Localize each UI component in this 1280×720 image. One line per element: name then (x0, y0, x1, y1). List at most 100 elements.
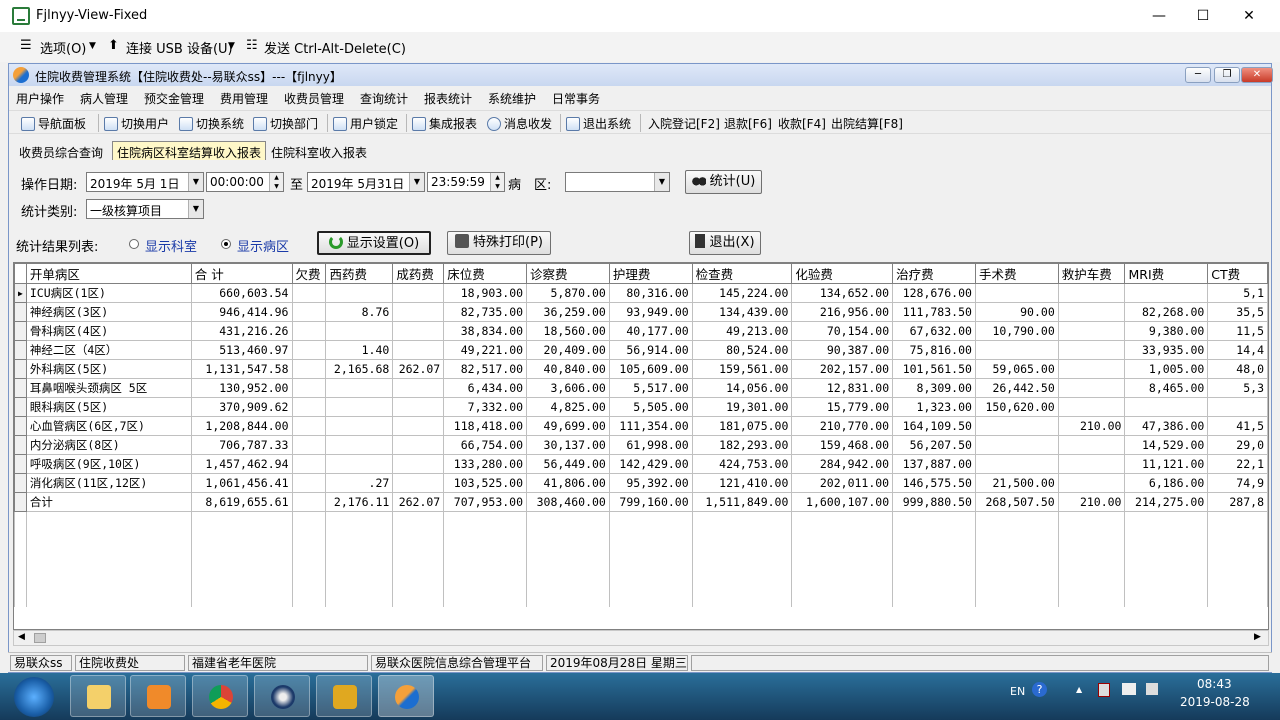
row-indicator[interactable] (14, 397, 27, 417)
column-header[interactable]: MRI费 (1124, 263, 1209, 284)
chevron-down-icon[interactable]: ▼ (188, 200, 203, 218)
stat-button[interactable]: 统计(U) (685, 170, 762, 194)
taskbar-media[interactable] (130, 675, 186, 717)
radio-show-ward[interactable] (221, 239, 231, 249)
menu-user-ops[interactable]: 用户操作 (16, 90, 64, 107)
network-icon[interactable] (1122, 683, 1136, 695)
menu-daily[interactable]: 日常事务 (552, 90, 600, 107)
table-row[interactable]: 耳鼻咽喉头颈病区 5区 130,952.00 6,434.00 3,606.00 5,5… (14, 378, 1268, 398)
table-row[interactable]: 骨科病区(4区) 431,216.26 38,834.00 18,560.00 40,1… (14, 321, 1268, 341)
tab-ward-settlement[interactable]: 住院病区科室结算收入报表 (112, 141, 267, 161)
row-indicator[interactable] (14, 416, 27, 436)
chevron-down-icon[interactable]: ▼ (188, 173, 203, 191)
radio-show-ward-label[interactable]: 显示病区 (237, 236, 289, 255)
column-header[interactable]: 开单病区 (25, 263, 192, 284)
table-row[interactable]: 合计 8,619,655.61 2,176.11 262.07 707,953.00 30… (14, 492, 1268, 512)
toolbar-nav-panel[interactable]: 导航面板 (21, 115, 86, 132)
menu-reports[interactable]: 报表统计 (424, 90, 472, 107)
toolbar-user-lock[interactable]: 用户锁定 (333, 115, 398, 132)
column-header[interactable]: 治疗费 (892, 263, 976, 284)
tray-expand-icon[interactable]: ▲ (1076, 685, 1082, 694)
row-indicator[interactable] (14, 321, 27, 341)
taskbar-chrome[interactable] (192, 675, 248, 717)
column-header[interactable]: 手术费 (974, 263, 1059, 284)
column-header[interactable]: 欠费 (291, 263, 327, 284)
row-indicator[interactable] (14, 359, 27, 379)
table-row[interactable]: 呼吸病区(9区,10区) 1,457,462.94 133,280.00 56,449… (14, 454, 1268, 474)
tab-cashier-query[interactable]: 收费员综合查询 (15, 142, 107, 161)
menu-patient[interactable]: 病人管理 (80, 90, 128, 107)
table-row[interactable]: 外科病区(5区) 1,131,547.58 2,165.68 262.07 82,517… (14, 359, 1268, 379)
toolbar-exit-system[interactable]: 退出系统 (566, 115, 631, 132)
flag-icon[interactable] (1098, 683, 1110, 697)
chevron-down-icon[interactable]: ▼ (654, 173, 669, 191)
taskbar-app-gold[interactable] (316, 675, 372, 717)
toolbar-collect[interactable]: 收款[F4] (778, 115, 826, 132)
table-row[interactable]: 神经病区(3区) 946,414.96 8.76 82,735.00 36,259.00… (14, 302, 1268, 322)
exit-button[interactable]: 退出(X) (689, 231, 761, 255)
toolbar-messages[interactable]: 消息收发 (487, 115, 552, 132)
table-row[interactable]: 神经二区（4区） 513,460.97 1.40 49,221.00 20,409.00… (14, 340, 1268, 360)
ward-select[interactable]: ▼ (565, 172, 670, 192)
column-header[interactable]: 成药费 (392, 263, 445, 284)
table-row[interactable]: 内分泌病区(8区) 706,787.33 66,754.00 30,137.00 61,… (14, 435, 1268, 455)
table-row[interactable]: 眼科病区(5区) 370,909.62 7,332.00 4,825.00 5,505.… (14, 397, 1268, 417)
close-icon[interactable]: ✕ (1226, 4, 1272, 28)
taskbar-compass[interactable] (254, 675, 310, 717)
language-indicator[interactable]: EN (1010, 685, 1025, 698)
spinner-icon[interactable]: ▲ ▼ (490, 173, 504, 191)
scroll-thumb[interactable] (34, 633, 46, 643)
row-indicator[interactable] (14, 302, 27, 322)
vm-menu-usb[interactable]: 连接 USB 设备(U) (126, 38, 233, 57)
minimize-icon[interactable]: — (1136, 4, 1182, 28)
toolbar-integrated-report[interactable]: 集成报表 (412, 115, 477, 132)
menu-cashier[interactable]: 收费员管理 (284, 90, 344, 107)
vm-menu-options[interactable]: 选项(O) (40, 38, 86, 57)
mdi-minimize-icon[interactable]: ─ (1185, 67, 1211, 83)
chevron-down-icon[interactable]: ▼ (89, 41, 96, 51)
date-to-picker[interactable]: 2019年 5月31日 ▼ (307, 172, 425, 192)
date-from-picker[interactable]: 2019年 5月 1日 ▼ (86, 172, 204, 192)
maximize-icon[interactable]: ☐ (1180, 4, 1226, 28)
toolbar-switch-dept[interactable]: 切换部门 (253, 115, 318, 132)
menu-maintenance[interactable]: 系统维护 (488, 90, 536, 107)
column-header[interactable]: 化验费 (791, 263, 894, 284)
mdi-close-icon[interactable]: ✕ (1241, 67, 1273, 83)
toolbar-switch-user[interactable]: 切换用户 (104, 115, 169, 132)
scroll-left-icon[interactable]: ◀ (18, 632, 25, 642)
time-from-input[interactable]: 00:00:00 ▲ ▼ (206, 172, 284, 192)
taskbar-explorer[interactable] (70, 675, 126, 717)
column-header[interactable]: 合 计 (190, 263, 293, 284)
column-header[interactable]: 诊察费 (526, 263, 610, 284)
display-settings-button[interactable]: 显示设置(O) (317, 231, 431, 255)
help-icon[interactable]: ? (1032, 682, 1047, 697)
table-row[interactable]: 消化病区(11区,12区) 1,061,456.41 .27 103,525.00 41… (14, 473, 1268, 493)
tab-dept-income[interactable]: 住院科室收入报表 (267, 142, 371, 161)
column-header[interactable]: 床位费 (443, 263, 528, 284)
scroll-right-icon[interactable]: ▶ (1254, 632, 1261, 642)
volume-muted-icon[interactable] (1146, 683, 1158, 695)
time-to-input[interactable]: 23:59:59 ▲ ▼ (427, 172, 505, 192)
row-indicator[interactable] (14, 378, 27, 398)
radio-show-dept[interactable] (129, 239, 139, 249)
column-header[interactable]: CT费 (1207, 263, 1268, 284)
start-button[interactable] (14, 677, 54, 717)
column-header[interactable]: 救护车费 (1057, 263, 1126, 284)
row-indicator[interactable] (14, 454, 27, 474)
chevron-down-icon[interactable]: ▼ (409, 173, 424, 191)
column-header[interactable]: 西药费 (325, 263, 394, 284)
row-indicator[interactable] (14, 492, 27, 512)
vm-menu-ctrl-alt-del[interactable]: 发送 Ctrl-Alt-Delete(C) (264, 38, 406, 57)
table-row[interactable]: 心血管病区(6区,7区) 1,208,844.00 118,418.00 49,699… (14, 416, 1268, 436)
column-header[interactable]: 护理费 (608, 263, 693, 284)
toolbar-admission[interactable]: 入院登记[F2] (648, 115, 720, 132)
row-indicator[interactable] (14, 340, 27, 360)
column-header[interactable]: 检查费 (691, 263, 793, 284)
current-row-indicator-icon[interactable]: ▶ (14, 283, 27, 303)
horizontal-scrollbar[interactable]: ◀ ▶ (13, 630, 1269, 646)
spinner-icon[interactable]: ▲ ▼ (269, 173, 283, 191)
result-grid[interactable]: 开单病区合 计欠费 西药费 成药费 床位费 诊察费 护理费 检查费 化验费 治疗费 手术费 救护车费… (13, 262, 1269, 630)
menu-deposit[interactable]: 预交金管理 (144, 90, 204, 107)
radio-show-dept-label[interactable]: 显示科室 (145, 236, 197, 255)
taskbar-hospital-app[interactable] (378, 675, 434, 717)
